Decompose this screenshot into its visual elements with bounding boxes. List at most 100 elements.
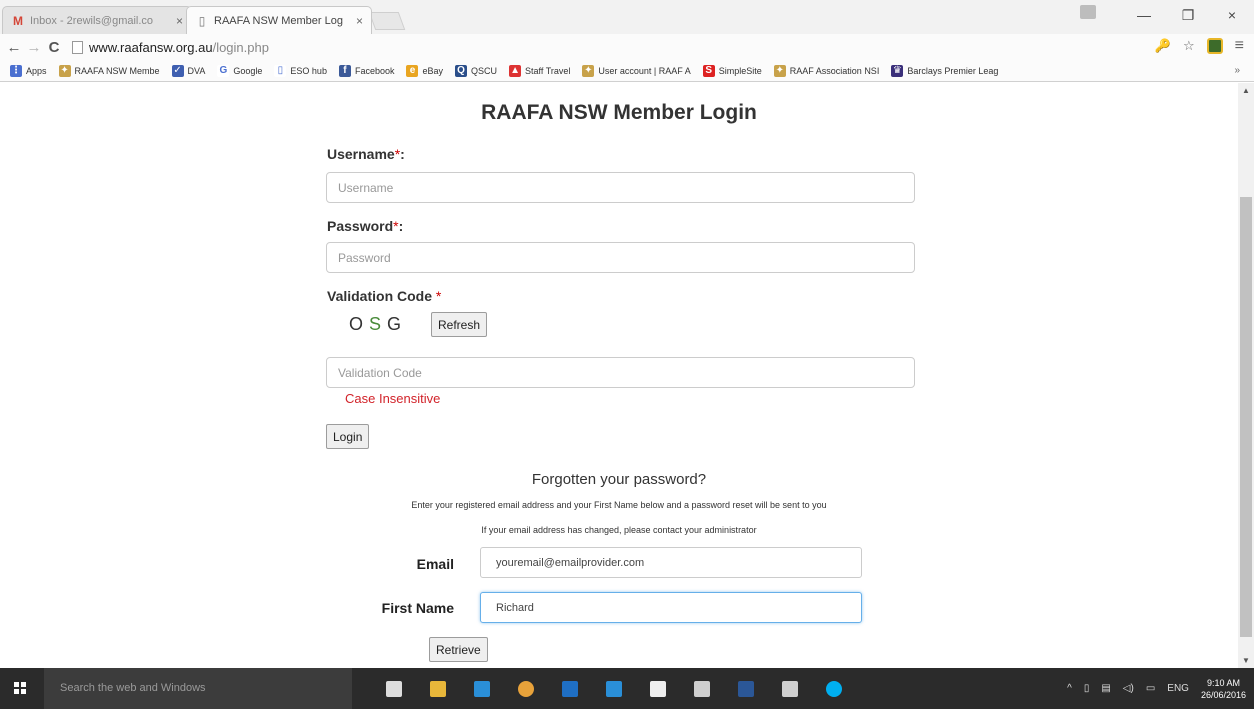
edge-taskbar-button[interactable]	[592, 668, 636, 709]
bookmark-item[interactable]: ✓ DVA	[171, 64, 205, 77]
close-window-icon[interactable]: ×	[1210, 0, 1254, 30]
required-mark: *	[435, 288, 442, 304]
page-icon	[72, 40, 83, 54]
bookmark-item[interactable]: ✦ RAAF Association NSI	[773, 64, 879, 77]
calculator-icon	[694, 680, 710, 697]
menu-icon[interactable]: ≡	[1235, 37, 1244, 55]
clock-time: 9:10 AM	[1206, 677, 1240, 688]
network-icon[interactable]: ▤	[1101, 683, 1110, 694]
url-path: /login.php	[212, 39, 269, 55]
word-taskbar-button[interactable]	[724, 668, 768, 709]
profile-icon[interactable]	[1080, 5, 1096, 19]
email-input[interactable]	[480, 547, 862, 578]
restore-icon[interactable]: ❐	[1166, 0, 1210, 30]
tab-raafa-login[interactable]: ▯ RAAFA NSW Member Log ×	[186, 6, 372, 34]
username-input[interactable]	[326, 172, 915, 203]
chrome-taskbar-button[interactable]	[504, 668, 548, 709]
retrieve-button[interactable]: Retrieve	[429, 637, 488, 662]
username-label: Username*:	[327, 146, 405, 162]
scrollbar-thumb[interactable]	[1240, 197, 1252, 637]
chrome-icon	[518, 680, 534, 697]
notifications-icon[interactable]: ▭	[1146, 683, 1155, 694]
page-title: RAAFA NSW Member Login	[481, 101, 757, 124]
bookmark-item[interactable]: ▲ Staff Travel	[509, 64, 571, 77]
case-insensitive-note: Case Insensitive	[345, 391, 441, 406]
bookmark-item[interactable]: S SimpleSite	[702, 64, 762, 77]
reload-icon[interactable]: C	[44, 39, 64, 56]
store-icon	[650, 680, 666, 697]
password-input[interactable]	[326, 242, 915, 273]
taskbar-search-box[interactable]: Search the web and Windows	[44, 668, 352, 709]
browser-toolbar: ← → C www.raafansw.org.au /login.php 🔑 ☆…	[0, 34, 1254, 60]
bookmark-item[interactable]: e eBay	[406, 64, 443, 77]
bookmark-icon: ✦	[582, 64, 595, 77]
skype-icon	[826, 680, 842, 697]
first-name-input[interactable]	[480, 592, 862, 623]
validation-code-input[interactable]	[326, 357, 915, 388]
file-explorer-taskbar-button[interactable]	[416, 668, 460, 709]
taskbar-clock[interactable]: 9:10 AM 26/06/2016	[1201, 677, 1246, 701]
skype-taskbar-button[interactable]	[812, 668, 856, 709]
bookmark-label: Google	[233, 65, 263, 76]
refresh-captcha-button[interactable]: Refresh	[431, 312, 488, 337]
page-scrollbar[interactable]: ▲ ▼	[1238, 83, 1254, 668]
bookmark-item[interactable]: ⋮ Apps	[10, 64, 47, 77]
windows-taskbar: Search the web and Windows ^ ▯ ▤ ◁) ▭ EN…	[0, 668, 1254, 709]
bookmark-star-icon[interactable]: ☆	[1183, 38, 1195, 54]
extension-icon[interactable]	[1206, 38, 1223, 54]
label-colon: :	[400, 146, 405, 162]
people-taskbar-button[interactable]	[768, 668, 812, 709]
language-indicator[interactable]: ENG	[1167, 683, 1189, 694]
bookmark-item[interactable]: G Google	[217, 64, 263, 77]
validation-label-text: Validation Code	[327, 288, 433, 304]
bookmark-icon: G	[217, 64, 230, 77]
tray-expand-icon[interactable]: ^	[1067, 683, 1072, 694]
new-tab-button[interactable]	[368, 12, 406, 30]
window-controls: — ❐ ×	[1122, 0, 1254, 30]
outlook-taskbar-button[interactable]	[548, 668, 592, 709]
url-domain: www.raafansw.org.au	[89, 39, 213, 55]
bookmark-item[interactable]: ♛ Barclays Premier Leag	[891, 64, 998, 77]
bookmark-icon: ✓	[171, 64, 184, 77]
bookmark-item[interactable]: ▯ ESO hub	[274, 64, 327, 77]
internet-explorer-taskbar-button[interactable]	[460, 668, 504, 709]
bookmark-icon: S	[702, 64, 715, 77]
calculator-taskbar-button[interactable]	[680, 668, 724, 709]
bookmark-item[interactable]: Q QSCU	[455, 64, 497, 77]
volume-icon[interactable]: ◁)	[1123, 683, 1134, 694]
tab-gmail-inbox[interactable]: M Inbox - 2rewils@gmail.co ×	[2, 6, 192, 34]
address-bar[interactable]: www.raafansw.org.au /login.php	[72, 40, 269, 55]
bookmarks-overflow-icon[interactable]: »	[1234, 65, 1240, 76]
page-icon: ▯	[198, 13, 206, 28]
minimize-icon[interactable]: —	[1122, 0, 1166, 30]
bookmark-item[interactable]: f Facebook	[338, 64, 394, 77]
key-icon[interactable]: 🔑	[1155, 38, 1171, 54]
bookmark-icon: ⋮	[10, 64, 22, 77]
bookmark-label: User account | RAAF A	[598, 65, 691, 76]
username-label-text: Username	[327, 146, 395, 162]
bookmark-label: Staff Travel	[525, 65, 571, 76]
captcha-char: O	[349, 314, 370, 334]
toolbar-actions: 🔑 ☆ ≡	[1155, 37, 1244, 55]
first-name-label: First Name	[381, 600, 454, 616]
login-button[interactable]: Login	[326, 424, 370, 449]
bookmark-icon: ✦	[58, 64, 71, 77]
close-tab-icon[interactable]: ×	[356, 14, 363, 28]
back-arrow-icon[interactable]: ←	[4, 39, 24, 56]
forward-arrow-icon[interactable]: →	[24, 39, 44, 56]
captcha-image: OSG	[349, 314, 407, 335]
bookmark-icon: ▲	[509, 64, 522, 77]
taskbar-apps	[372, 668, 856, 709]
scroll-down-icon[interactable]: ▼	[1242, 656, 1250, 665]
bookmark-item[interactable]: ✦ RAAFA NSW Membe	[58, 64, 160, 77]
label-colon: :	[398, 218, 404, 234]
scroll-up-icon[interactable]: ▲	[1242, 86, 1250, 95]
close-tab-icon[interactable]: ×	[176, 14, 183, 28]
battery-icon[interactable]: ▯	[1084, 683, 1090, 694]
task-view-taskbar-button[interactable]	[372, 668, 416, 709]
tab-label: RAAFA NSW Member Log	[214, 14, 343, 27]
windows-start-icon[interactable]	[14, 682, 26, 694]
clock-date: 26/06/2016	[1200, 689, 1246, 700]
store-taskbar-button[interactable]	[636, 668, 680, 709]
bookmark-item[interactable]: ✦ User account | RAAF A	[582, 64, 691, 77]
